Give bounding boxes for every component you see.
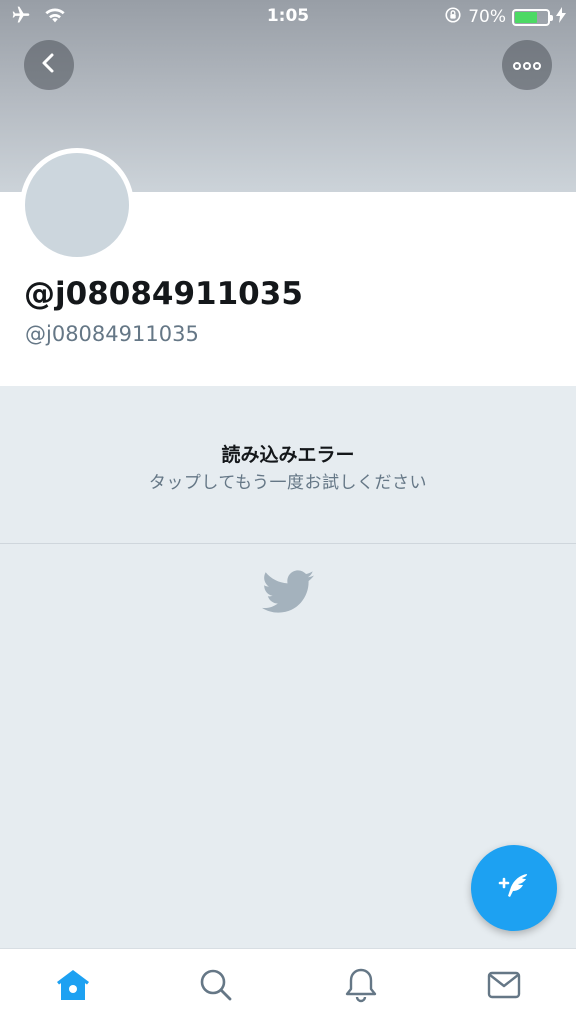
wifi-icon	[44, 6, 66, 29]
profile-display-name: @j08084911035	[24, 276, 303, 312]
charging-icon	[556, 6, 566, 28]
twitter-bird-icon	[262, 570, 314, 614]
tab-bar	[0, 948, 576, 1024]
tab-search[interactable]	[196, 967, 236, 1007]
status-bar: 1:05 70%	[0, 0, 576, 34]
tab-home[interactable]	[53, 967, 93, 1007]
bell-icon	[344, 967, 378, 1007]
envelope-icon	[487, 970, 521, 1004]
chevron-left-icon	[39, 52, 59, 78]
error-subtitle: タップしてもう一度お試しください	[148, 473, 428, 493]
compose-tweet-button[interactable]	[471, 845, 557, 931]
more-dots-icon	[513, 56, 541, 75]
battery-percent: 70%	[468, 7, 506, 27]
battery-icon	[512, 8, 553, 26]
orientation-lock-icon	[444, 6, 462, 29]
back-button[interactable]	[24, 40, 74, 90]
home-icon	[55, 968, 91, 1006]
compose-tweet-icon	[494, 866, 534, 910]
error-title: 読み込みエラー	[221, 444, 355, 466]
tab-messages[interactable]	[484, 967, 524, 1007]
tab-notifications[interactable]	[341, 967, 381, 1007]
battery-level	[515, 11, 538, 23]
profile-screen-name: @j08084911035	[25, 322, 199, 346]
load-error-retry[interactable]: 読み込みエラー タップしてもう一度お試しください	[0, 386, 576, 544]
more-options-button[interactable]	[502, 40, 552, 90]
avatar[interactable]	[20, 148, 134, 262]
airplane-icon	[10, 5, 32, 30]
search-icon	[199, 968, 233, 1006]
